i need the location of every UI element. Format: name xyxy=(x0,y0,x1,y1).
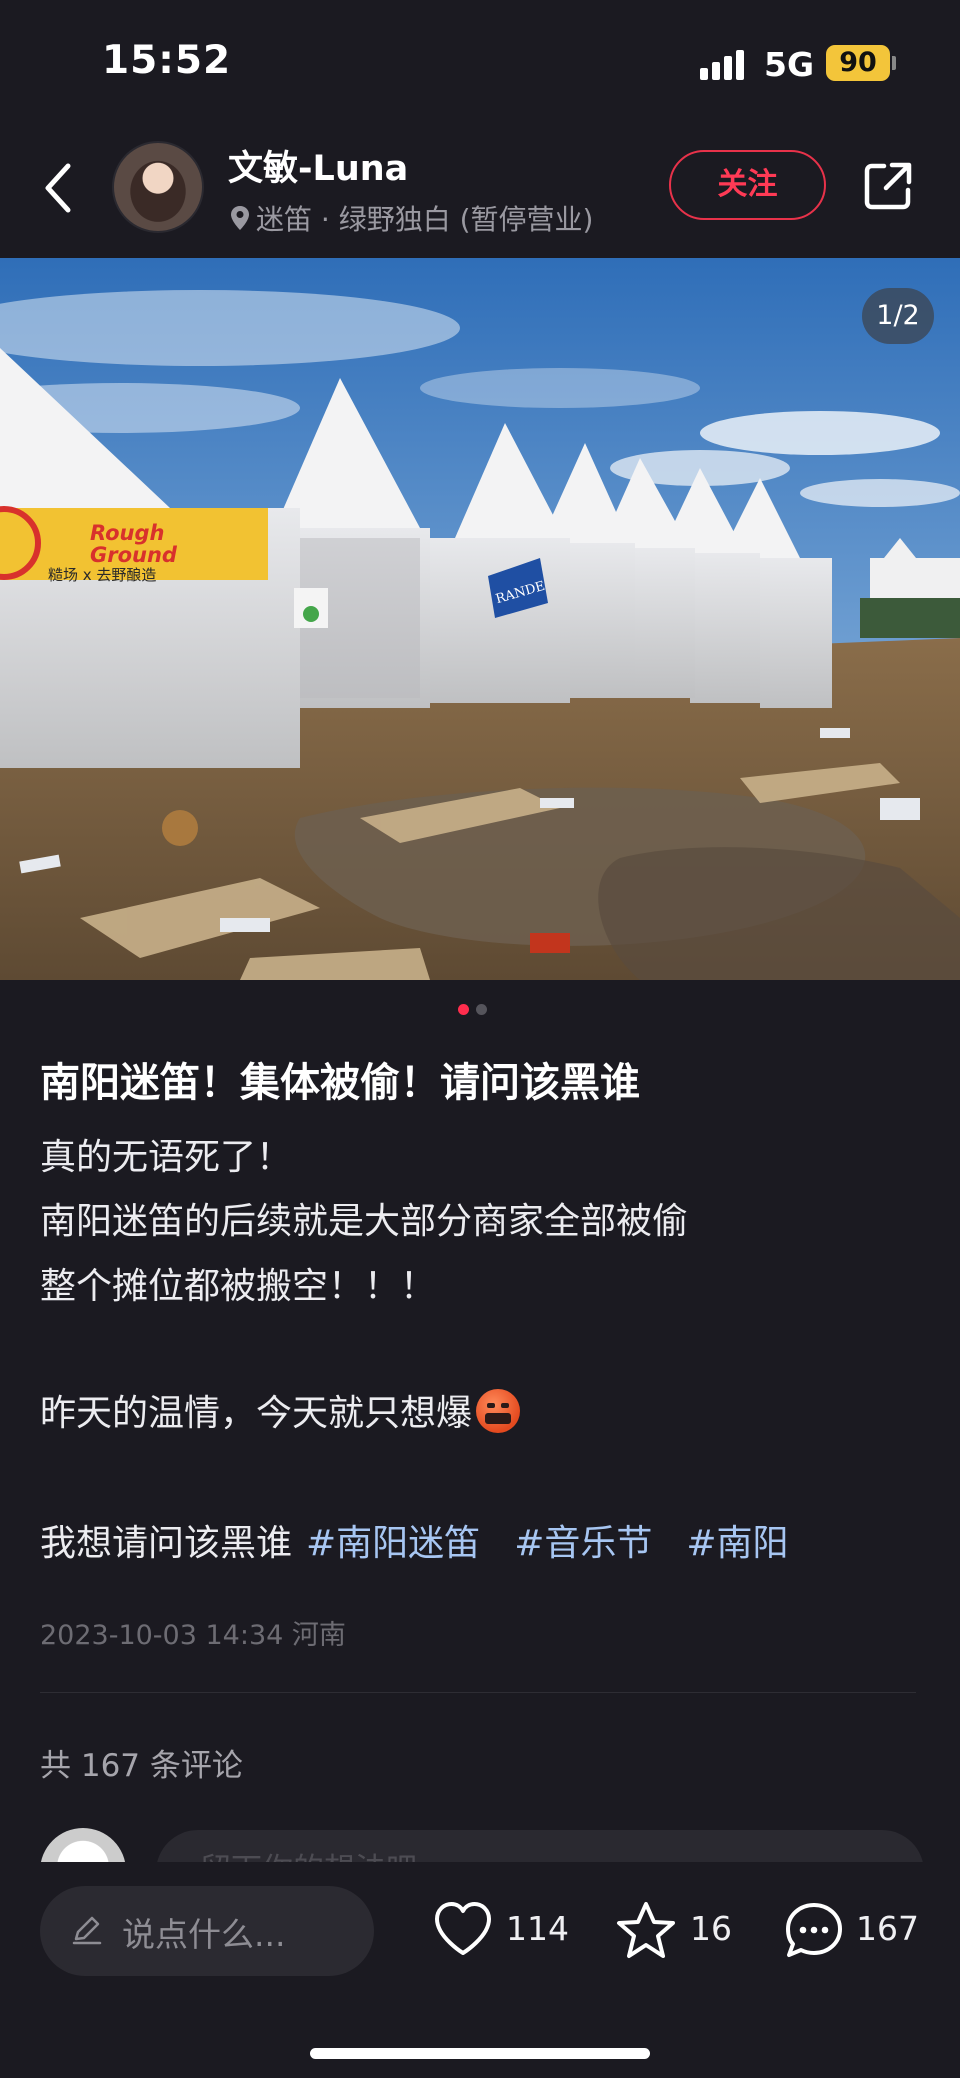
status-bar: 15:52 5G 90 xyxy=(0,0,960,130)
post-body-hashtags-line: 我想请问该黑谁 #南阳迷笛 #音乐节 #南阳 xyxy=(40,1514,789,1566)
post-region: 河南 xyxy=(291,1620,346,1651)
carousel-dot-active xyxy=(458,1004,469,1015)
post-body-text: 昨天的温情，今天就只想爆 xyxy=(40,1393,473,1434)
location-text: 迷笛 · 绿野独白 (暂停营业) xyxy=(256,203,594,236)
pencil-icon xyxy=(72,1916,102,1945)
follow-button[interactable]: 关注 xyxy=(669,150,826,220)
svg-text:Rough: Rough xyxy=(90,521,164,545)
comments-button[interactable]: 167 xyxy=(782,1895,922,1967)
carousel-dots xyxy=(458,1004,498,1016)
signal-icon xyxy=(700,48,744,80)
comment-box[interactable]: 说点什么... xyxy=(40,1886,374,1976)
festival-tents-photo: Rough Ground 糙场 x 去野酿造 RANDE xyxy=(0,258,960,980)
post-meta: 2023-10-03 14:34 河南 xyxy=(40,1613,346,1652)
chevron-left-icon xyxy=(45,163,71,213)
hashtag-link[interactable]: #南阳迷笛 xyxy=(306,1523,480,1564)
battery-icon: 90 xyxy=(826,45,890,81)
post-body-line: 南阳迷笛的后续就是大部分商家全部被偷 xyxy=(40,1201,689,1242)
post-body-text: 我想请问该黑谁 xyxy=(40,1523,293,1564)
favorite-count: 16 xyxy=(690,1909,732,1948)
like-button[interactable]: 114 xyxy=(432,1895,569,1967)
status-time: 15:52 xyxy=(102,38,232,83)
favorite-button[interactable]: 16 xyxy=(614,1895,734,1967)
battery-tip xyxy=(892,56,896,70)
post-date: 2023-10-03 14:34 xyxy=(40,1620,284,1651)
post-body-line: 真的无语死了！ xyxy=(40,1137,293,1178)
home-indicator[interactable] xyxy=(310,2048,650,2059)
heart-icon xyxy=(435,1902,491,1955)
comment-count-button: 167 xyxy=(856,1909,919,1948)
author-avatar[interactable] xyxy=(112,141,204,233)
post-body-line-with-emoji: 昨天的温情，今天就只想爆 xyxy=(40,1384,521,1436)
author-name[interactable]: 文敏-Luna xyxy=(228,140,408,191)
post-body-line: 整个摊位都被搬空！！！ xyxy=(40,1266,437,1307)
angry-face-icon xyxy=(476,1389,521,1433)
svg-text:糙场 x 去野酿造: 糙场 x 去野酿造 xyxy=(48,566,156,584)
svg-text:Ground: Ground xyxy=(90,543,178,567)
location-pin-icon xyxy=(231,206,249,230)
like-count: 114 xyxy=(506,1909,569,1948)
carousel-dot xyxy=(476,1004,487,1015)
star-icon xyxy=(617,1902,675,1958)
comment-count: 共 167 条评论 xyxy=(40,1748,243,1784)
location-tag[interactable]: 迷笛 · 绿野独白 (暂停营业) xyxy=(230,198,593,238)
comment-box-placeholder: 说点什么... xyxy=(122,1915,286,1954)
post-title: 南阳迷笛！集体被偷！请问该黑谁 xyxy=(40,1060,640,1106)
divider xyxy=(40,1692,916,1693)
hashtag-link[interactable]: #南阳 xyxy=(686,1523,788,1564)
hashtag-link[interactable]: #音乐节 xyxy=(514,1523,652,1564)
chat-bubble-icon xyxy=(786,1903,842,1957)
share-button[interactable] xyxy=(862,160,914,212)
image-page-indicator: 1/2 xyxy=(862,288,934,344)
back-button[interactable] xyxy=(38,160,82,216)
network-type: 5G xyxy=(764,45,815,84)
share-icon xyxy=(864,162,912,210)
post-image[interactable]: Rough Ground 糙场 x 去野酿造 RANDE xyxy=(0,258,960,980)
